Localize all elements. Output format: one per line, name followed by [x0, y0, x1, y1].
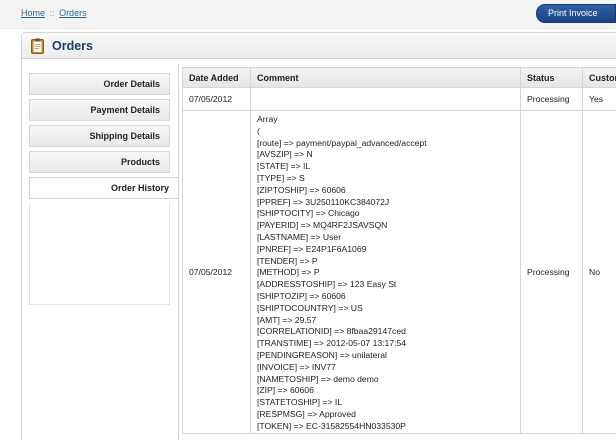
cell-date: 07/05/2012	[182, 110, 251, 434]
comment-line: [PENDINGREASON] => unilateral	[257, 349, 387, 360]
page-title: Orders	[52, 39, 93, 53]
tab-shipping-details[interactable]: Shipping Details	[29, 125, 170, 147]
cell-status: Processing	[520, 87, 583, 111]
comment-line: [PNREF] => E24P1F6A1069	[257, 243, 367, 254]
comment-line: [SHIPTOCITY] => Chicago	[257, 208, 360, 219]
comment-line: [LASTNAME] => User	[257, 231, 342, 242]
comment-line: [TYPE] => S	[257, 172, 305, 183]
comment-line: [route] => payment/paypal_advanced/accep…	[257, 137, 427, 148]
tab-list-frame	[29, 203, 170, 305]
comment-line: [PAYERID] => MQ4RF2JSAVSQN	[257, 220, 388, 231]
comment-line: [AVSZIP] => N	[257, 149, 313, 160]
cell-notified: No	[582, 110, 616, 434]
comment-line: [METHOD] => P	[257, 267, 320, 278]
tab-order-details[interactable]: Order Details	[29, 73, 170, 95]
column-header-customer-notified: Customer Notified	[582, 67, 616, 88]
comment-line: Array	[257, 114, 278, 124]
cell-comment: Array([route] => payment/paypal_advanced…	[250, 110, 521, 434]
content-divider	[178, 64, 179, 440]
comment-line: [TRANSTIME] => 2012-05-07 13:17:54	[257, 338, 407, 349]
comment-line: (	[257, 125, 260, 136]
comment-line: [RESPMSG] => Approved	[257, 408, 356, 419]
breadcrumb: Home :: Orders	[21, 8, 87, 18]
comment-line: [NAMETOSHIP] => demo demo	[257, 373, 379, 384]
tab-products[interactable]: Products	[29, 151, 170, 173]
column-header-date: Date Added	[182, 67, 251, 88]
column-header-comment: Comment	[250, 67, 521, 88]
comment-line: [TOKEN] => EC-31582554HN033530P	[257, 420, 406, 431]
breadcrumb-orders-link[interactable]: Orders	[59, 8, 87, 18]
clipboard-icon	[31, 38, 44, 54]
cell-notified: Yes	[582, 87, 616, 111]
tab-payment-details[interactable]: Payment Details	[29, 99, 170, 121]
comment-line: [AMT] => 29.57	[257, 314, 317, 325]
print-invoice-button[interactable]: Print Invoice	[536, 4, 616, 23]
comment-line: [TENDER] => P	[257, 255, 318, 266]
comment-line: [STATE] => IL	[257, 161, 311, 172]
tab-order-history[interactable]: Order History	[29, 177, 179, 199]
cell-date: 07/05/2012	[182, 87, 251, 111]
comment-line: [PPREF] => 3U250110KC384072J	[257, 196, 390, 207]
comment-line: [INVOICE] => INV77	[257, 361, 336, 372]
breadcrumb-separator: ::	[49, 8, 55, 18]
comment-text: Array([route] => payment/paypal_advanced…	[257, 111, 520, 433]
breadcrumb-home-link[interactable]: Home	[21, 8, 45, 18]
column-header-status: Status	[520, 67, 583, 88]
cell-status: Processing	[520, 110, 583, 434]
table-row: 07/05/2012 Processing Yes	[182, 87, 616, 111]
comment-line: [SHIPTOZIP] => 60606	[257, 290, 346, 301]
order-history-table: Date Added Comment Status Customer Notif…	[182, 67, 616, 434]
comment-line: [ZIP] => 60606	[257, 385, 314, 396]
vertical-tabs: Order Details Payment Details Shipping D…	[29, 73, 179, 203]
comment-line: [ZIPTOSHIP] => 60606	[257, 184, 346, 195]
table-header-row: Date Added Comment Status Customer Notif…	[182, 67, 616, 88]
panel-header: Orders	[22, 33, 616, 59]
cell-comment	[250, 87, 521, 111]
comment-line: [ADDRESSTOSHIP] => 123 Easy St	[257, 279, 397, 290]
top-bar: Home :: Orders	[0, 0, 616, 29]
table-row: 07/05/2012 Array([route] => payment/payp…	[182, 110, 616, 434]
comment-line: [SHIPTOCOUNTRY] => US	[257, 302, 363, 313]
comment-line: [STATETOSHIP] => IL	[257, 397, 343, 408]
comment-line: [CORRELATIONID] => 8fbaa29147ced	[257, 326, 406, 337]
